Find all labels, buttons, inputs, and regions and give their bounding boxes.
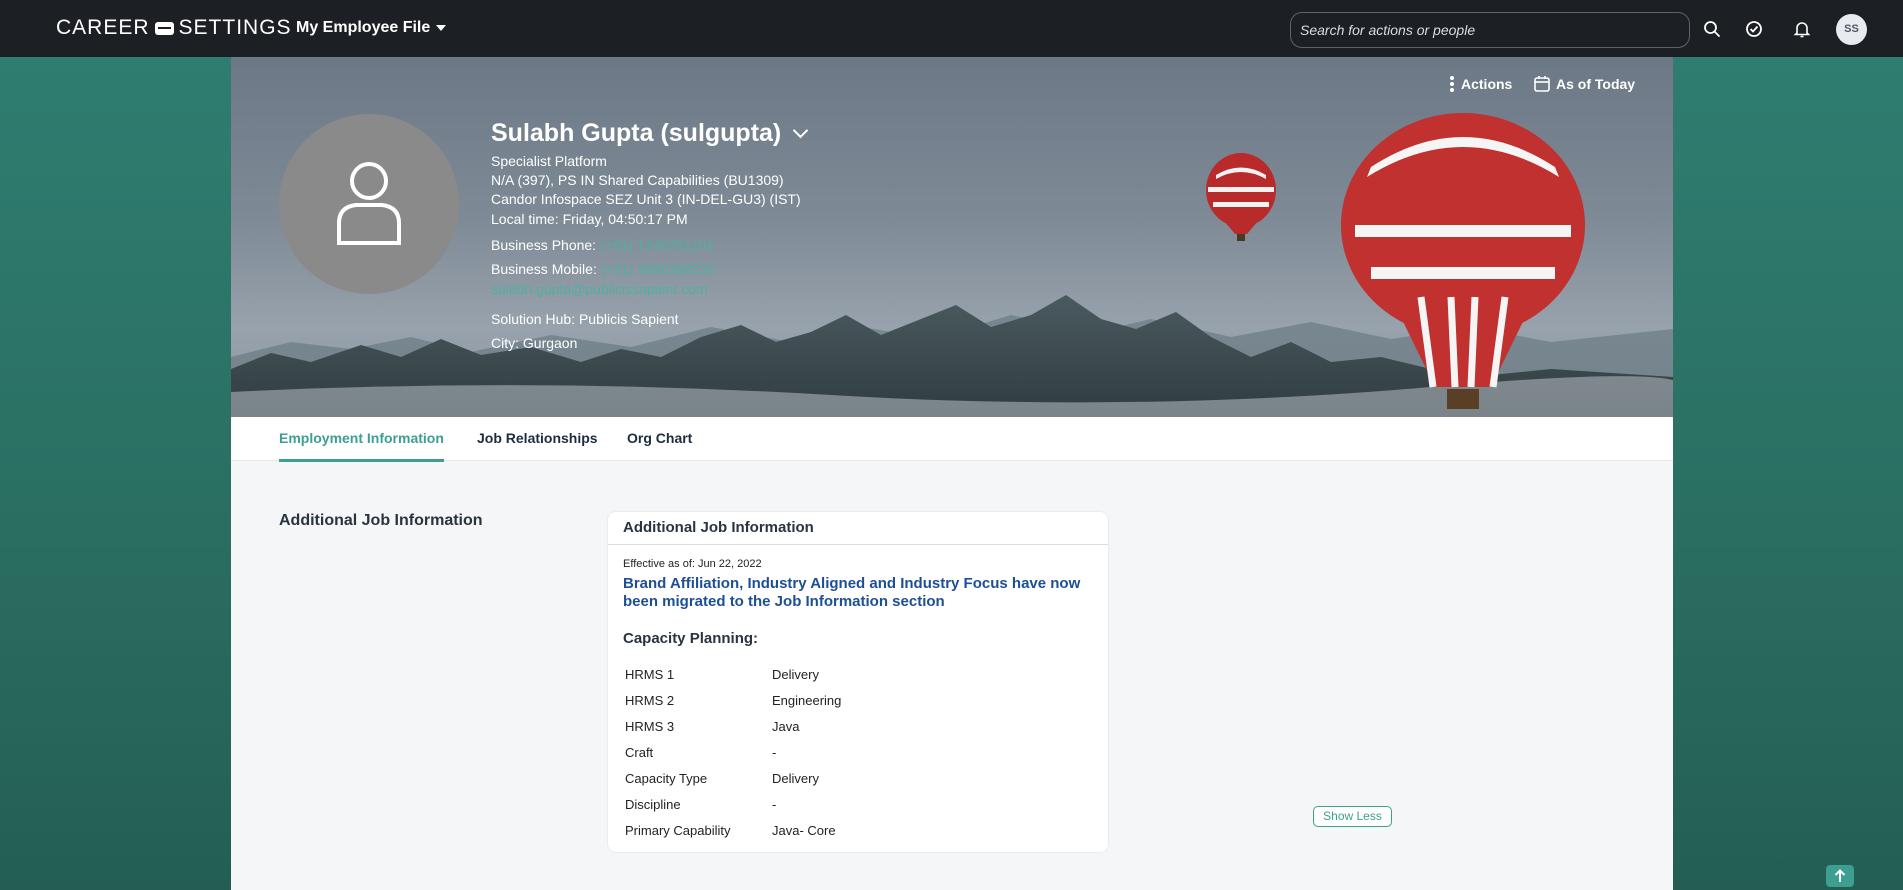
logo-text-right: SETTINGS — [178, 16, 292, 39]
city-value: Gurgaon — [522, 335, 578, 351]
profile-photo-placeholder[interactable] — [279, 114, 459, 294]
row-value: Java — [772, 719, 800, 734]
row-value: - — [772, 745, 777, 760]
additional-job-info-card: Additional Job Information Effective as … — [608, 512, 1108, 852]
employee-file-menu[interactable]: My Employee File — [296, 19, 447, 37]
email: sulabh.gupta@publicissapient.com — [491, 281, 708, 297]
capacity-planning-table: HRMS 1 Delivery HRMS 2 Engineering HRMS 3 J… — [625, 667, 841, 849]
row-label: Craft — [625, 745, 654, 760]
job-title: Specialist Platform — [491, 153, 607, 169]
table-row: HRMS 1 Delivery — [625, 667, 841, 693]
solution-hub: Solution Hub: Publicis Sapient — [491, 311, 679, 327]
email-link[interactable]: sulabh.gupta@publicissapient.com — [491, 281, 708, 297]
city: City: Gurgaon — [491, 335, 577, 351]
table-row: Craft - — [625, 745, 841, 771]
migration-notice: Brand Affiliation, Industry Aligned and … — [623, 575, 1081, 610]
tab-employment-information[interactable]: Employment Information — [279, 430, 444, 462]
business-mobile-link[interactable]: (+91) 9990358330 — [601, 261, 716, 277]
chevron-down-icon — [792, 122, 809, 139]
show-less-button[interactable]: Show Less — [1313, 806, 1392, 827]
table-row: HRMS 2 Engineering — [625, 693, 841, 719]
row-label: HRMS 2 — [625, 693, 675, 708]
table-row: Primary Capability Java- Core — [625, 823, 841, 849]
profile-tabs: Employment Information Job Relationships… — [231, 417, 1673, 462]
row-label: Discipline — [625, 797, 681, 812]
employee-name: Sulabh Gupta (sulgupta) — [491, 119, 782, 147]
arrow-up-icon — [1834, 869, 1846, 882]
logo-text-left: CAREER — [56, 16, 150, 39]
row-value: Engineering — [772, 693, 842, 708]
person-icon — [337, 162, 401, 245]
check-circle-icon[interactable] — [1744, 19, 1764, 39]
as-of-today-label: As of Today — [1556, 75, 1636, 92]
menu-title-label: My Employee File — [296, 19, 431, 36]
tab-job-relationships[interactable]: Job Relationships — [477, 430, 598, 446]
solution-hub-value: Publicis Sapient — [578, 311, 679, 327]
city-label: City: — [491, 335, 519, 351]
row-label: HRMS 1 — [625, 667, 675, 682]
business-phone: Business Phone: (+91) 1246761101 — [491, 237, 714, 253]
scroll-to-top-button[interactable] — [1826, 865, 1854, 887]
effective-date: Effective as of: Jun 22, 2022 — [623, 558, 762, 570]
local-time-value: Friday, 04:50:17 PM — [562, 211, 688, 227]
profile-header: Sulabh Gupta (sulgupta) Specialist Platf… — [231, 57, 1673, 417]
capacity-planning-title: Capacity Planning: — [623, 630, 759, 647]
row-label: Capacity Type — [625, 771, 708, 786]
actions-button[interactable]: Actions — [1449, 75, 1512, 93]
business-phone-link[interactable]: (+91) 1246761101 — [600, 237, 714, 253]
solution-hub-label: Solution Hub: — [491, 311, 576, 327]
actions-label: Actions — [1461, 76, 1513, 92]
row-value: Delivery — [772, 771, 819, 786]
as-of-today-button[interactable]: As of Today — [1534, 75, 1635, 92]
table-row: Capacity Type Delivery — [625, 771, 841, 797]
calendar-icon — [1534, 76, 1550, 92]
row-value: Java- Core — [772, 823, 836, 838]
table-row: Discipline - — [625, 797, 841, 823]
top-navigation-bar: CAREER SETTINGS My Employee File Search … — [0, 0, 1903, 57]
row-value: Delivery — [772, 667, 819, 682]
local-time-label: Local time: — [491, 211, 559, 227]
user-avatar[interactable]: SS — [1836, 14, 1867, 45]
caret-down-icon — [436, 25, 447, 31]
tab-org-chart[interactable]: Org Chart — [627, 430, 692, 446]
search-input[interactable]: Search for actions or people — [1290, 12, 1690, 48]
more-vertical-icon — [1450, 76, 1454, 92]
card-header: Additional Job Information — [608, 512, 1108, 545]
logo-mark-icon — [154, 21, 174, 35]
local-time: Local time: Friday, 04:50:17 PM — [491, 211, 688, 227]
table-row: HRMS 3 Java — [625, 719, 841, 745]
business-mobile: Business Mobile: (+91) 9990358330 — [491, 261, 716, 277]
row-value: - — [772, 797, 777, 812]
career-settings-logo[interactable]: CAREER SETTINGS — [56, 16, 292, 40]
employee-name-dropdown[interactable]: Sulabh Gupta (sulgupta) — [491, 119, 809, 148]
main-content: Sulabh Gupta (sulgupta) Specialist Platf… — [231, 57, 1673, 890]
row-label: Primary Capability — [625, 823, 731, 838]
section-title: Additional Job Information — [279, 512, 483, 529]
business-mobile-label: Business Mobile: — [491, 261, 597, 277]
location: Candor Infospace SEZ Unit 3 (IN-DEL-GU3)… — [491, 191, 801, 207]
business-phone-label: Business Phone: — [491, 237, 597, 253]
employee-details: Specialist Platform N/A (397), PS IN Sha… — [491, 152, 801, 209]
search-icon[interactable] — [1702, 19, 1722, 39]
department: N/A (397), PS IN Shared Capabilities (BU… — [491, 172, 784, 188]
bell-icon[interactable] — [1792, 19, 1812, 39]
row-label: HRMS 3 — [625, 719, 675, 734]
